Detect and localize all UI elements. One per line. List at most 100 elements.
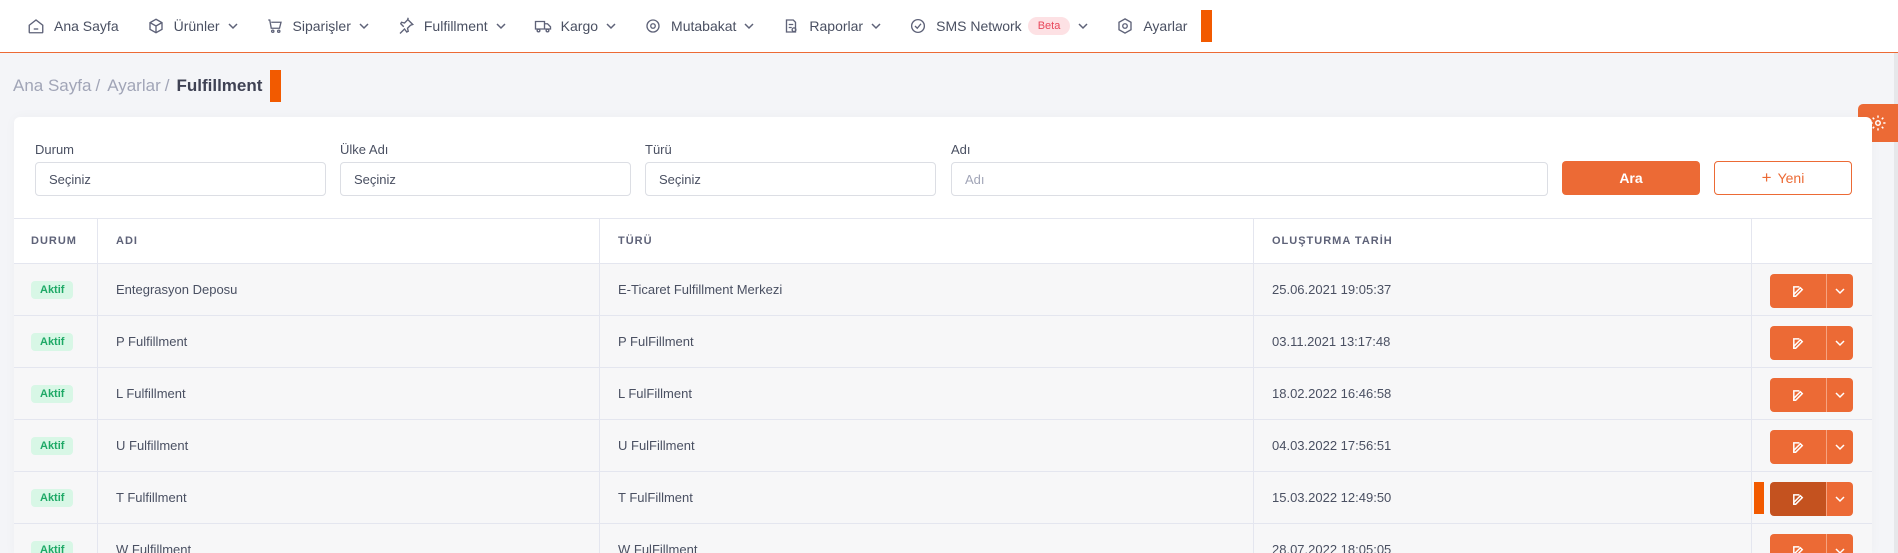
actions-dropdown-toggle[interactable] [1826, 534, 1853, 553]
status-badge: Aktif [31, 280, 74, 299]
nav-item-raporlar[interactable]: Raporlar [782, 0, 881, 53]
nav-item-label: Raporlar [809, 18, 864, 34]
type-cell: T FulFillment [600, 472, 1254, 523]
nav-item-fulfillment[interactable]: Fulfillment [397, 0, 506, 53]
actions-dropdown-toggle[interactable] [1826, 430, 1853, 464]
nav-item-label: Ayarlar [1143, 18, 1188, 34]
edit-button[interactable] [1770, 326, 1826, 360]
edit-button[interactable] [1770, 534, 1826, 553]
actions-cell [1752, 264, 1872, 315]
truck-icon [534, 17, 552, 35]
content-card: Durum Seçiniz Ülke Adı Seçiniz Türü Seçi… [14, 117, 1872, 553]
breadcrumb-link-ayarlar[interactable]: Ayarlar [107, 76, 161, 96]
check-circle-icon [909, 17, 927, 35]
chevron-down-icon [1835, 340, 1845, 347]
table-row: Aktif Entegrasyon Deposu E-Ticaret Fulfi… [14, 264, 1872, 316]
chevron-down-icon [1078, 21, 1088, 31]
nav-item-label: Mutabakat [671, 18, 737, 34]
status-select[interactable]: Seçiniz [35, 162, 326, 196]
edit-button[interactable] [1770, 274, 1826, 308]
status-cell: Aktif [14, 316, 98, 367]
status-cell: Aktif [14, 368, 98, 419]
nav-item-kargo[interactable]: Kargo [534, 0, 616, 53]
edit-button[interactable] [1770, 378, 1826, 412]
name-cell: Entegrasyon Deposu [98, 264, 600, 315]
actions-cell [1752, 316, 1872, 367]
filter-country: Ülke Adı Seçiniz [340, 142, 631, 196]
type-select[interactable]: Seçiniz [645, 162, 936, 196]
actions-cell [1752, 524, 1872, 553]
chevron-down-icon [1835, 444, 1845, 451]
status-badge: Aktif [31, 332, 74, 351]
chevron-down-icon [359, 21, 369, 31]
table-row: Aktif U Fulfillment U FulFillment 04.03.… [14, 420, 1872, 472]
cursor-marker [1754, 482, 1764, 514]
column-header-actions [1752, 219, 1872, 263]
row-actions [1770, 534, 1853, 553]
nav-item-label: Fulfillment [423, 18, 488, 34]
new-button[interactable]: + Yeni [1714, 161, 1852, 195]
created-cell: 15.03.2022 12:49:50 [1254, 472, 1752, 523]
nav-item-label: Ürünler [173, 18, 220, 34]
actions-dropdown-toggle[interactable] [1826, 326, 1853, 360]
nav-item-ana-sayfa[interactable]: Ana Sayfa [27, 0, 119, 53]
name-cell: P Fulfillment [98, 316, 600, 367]
target-icon [644, 17, 662, 35]
edit-icon [1792, 545, 1803, 553]
home-icon [27, 17, 45, 35]
column-header-name[interactable]: ADI [98, 219, 600, 263]
breadcrumb-link-ana-sayfa[interactable]: Ana Sayfa [13, 76, 91, 96]
actions-cell [1752, 368, 1872, 419]
created-cell: 18.02.2022 16:46:58 [1254, 368, 1752, 419]
nav-item-label: Kargo [560, 18, 599, 34]
edit-icon [1792, 337, 1803, 349]
row-actions [1770, 430, 1853, 464]
edit-button[interactable] [1770, 430, 1826, 464]
filter-label: Adı [951, 142, 971, 157]
country-select[interactable]: Seçiniz [340, 162, 631, 196]
nav-item-mutabakat[interactable]: Mutabakat [644, 0, 754, 53]
status-badge: Aktif [31, 488, 74, 507]
search-button[interactable]: Ara [1562, 161, 1700, 195]
top-navigation: Ana Sayfa Ürünler Siparişler Fulfillment… [0, 0, 1898, 53]
filter-type: Türü Seçiniz [645, 142, 936, 196]
table-row: Aktif W Fulfillment W FulFillment 28.07.… [14, 524, 1872, 553]
column-header-status[interactable]: DURUM [14, 219, 98, 263]
name-cell: U Fulfillment [98, 420, 600, 471]
filter-status: Durum Seçiniz [35, 142, 326, 196]
status-cell: Aktif [14, 472, 98, 523]
edit-button[interactable] [1770, 482, 1826, 516]
edit-icon [1792, 285, 1803, 297]
column-header-type[interactable]: TÜRÜ [600, 219, 1254, 263]
row-actions [1770, 326, 1853, 360]
table-row: Aktif T Fulfillment T FulFillment 15.03.… [14, 472, 1872, 524]
table-row: Aktif L Fulfillment L FulFillment 18.02.… [14, 368, 1872, 420]
nav-item-label: SMS Network [936, 18, 1022, 34]
chevron-down-icon [496, 21, 506, 31]
chevron-down-icon [606, 21, 616, 31]
created-cell: 28.07.2022 18:05:05 [1254, 524, 1752, 553]
nav-item-ayarlar[interactable]: Ayarlar [1116, 0, 1187, 53]
cart-icon [266, 17, 284, 35]
box-icon [147, 17, 165, 35]
actions-dropdown-toggle[interactable] [1826, 482, 1853, 516]
name-cell: L Fulfillment [98, 368, 600, 419]
fulfillment-table: DURUM ADI TÜRÜ OLUŞTURMA TARİH Aktif Ent… [14, 218, 1872, 553]
filter-label: Türü [645, 142, 672, 157]
nav-item-sms-network[interactable]: SMS Network Beta [909, 0, 1088, 53]
actions-dropdown-toggle[interactable] [1826, 378, 1853, 412]
cursor-marker [270, 70, 282, 102]
nav-item-siparisler[interactable]: Siparişler [266, 0, 369, 53]
chevron-down-icon [1835, 392, 1845, 399]
status-cell: Aktif [14, 264, 98, 315]
nav-item-urunler[interactable]: Ürünler [147, 0, 238, 53]
column-header-created[interactable]: OLUŞTURMA TARİH [1254, 219, 1752, 263]
type-cell: W FulFillment [600, 524, 1254, 553]
chevron-down-icon [1835, 288, 1845, 295]
chevron-down-icon [1835, 548, 1845, 553]
row-actions [1770, 482, 1853, 516]
actions-dropdown-toggle[interactable] [1826, 274, 1853, 308]
name-input[interactable] [951, 162, 1548, 196]
type-cell: U FulFillment [600, 420, 1254, 471]
nav-item-label: Siparişler [292, 18, 351, 34]
